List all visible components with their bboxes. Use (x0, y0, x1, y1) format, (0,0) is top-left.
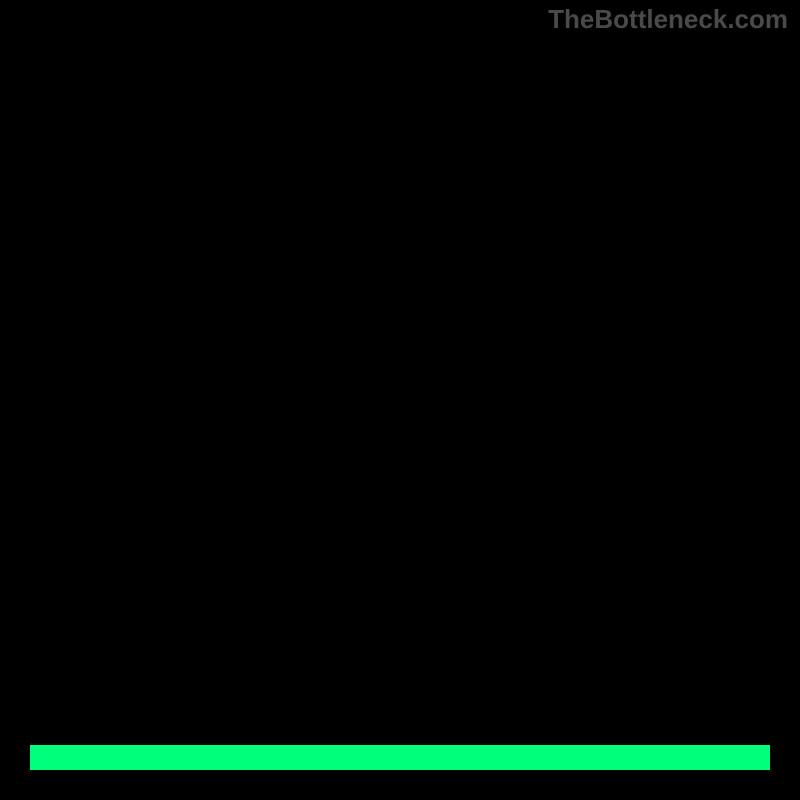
green-band (30, 745, 770, 770)
black-base (30, 30, 770, 770)
watermark-text: TheBottleneck.com (548, 4, 788, 35)
chart-container: TheBottleneck.com (0, 0, 800, 800)
chart-area (30, 30, 770, 770)
